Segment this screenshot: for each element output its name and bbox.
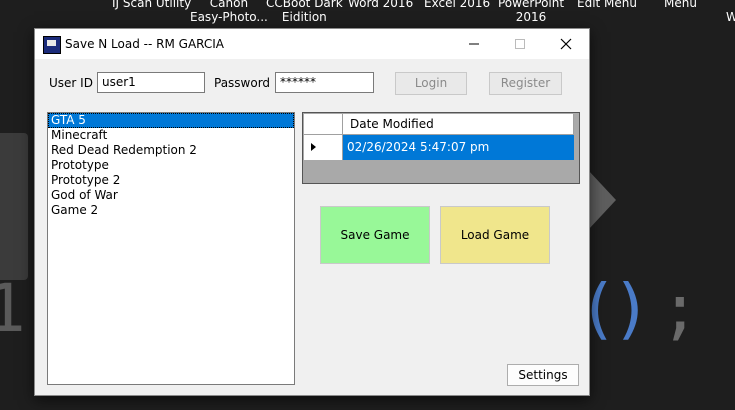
desktop-icon-label[interactable]: CCBoot Dark Eidition (266, 0, 343, 24)
wallpaper-code-semicolon: ; (660, 270, 700, 347)
desktop-icon-label[interactable]: W (726, 10, 735, 24)
app-window: Save N Load -- RM GARCIA User ID user1 P… (34, 28, 590, 396)
save-data-grid[interactable]: Date Modified 02/26/2024 5:47:07 pm (302, 112, 580, 184)
desktop-icon-label[interactable]: Canon Easy-Photo... (190, 0, 268, 24)
user-id-label: User ID (49, 76, 93, 90)
minimize-icon (469, 43, 479, 45)
login-button[interactable]: Login (395, 72, 467, 95)
close-button[interactable] (543, 29, 589, 59)
minimize-button[interactable] (451, 29, 497, 59)
desktop-icon-label[interactable]: Word 2016 (348, 0, 413, 10)
grid-row-header[interactable] (304, 135, 343, 160)
desktop-icon-label[interactable]: Edit Menu (577, 0, 637, 10)
password-field[interactable]: ****** (275, 72, 374, 93)
desktop-icon-label[interactable]: Menu (664, 0, 697, 10)
list-item[interactable]: Minecraft (48, 128, 294, 143)
wallpaper-code-digit: 1 (0, 270, 26, 347)
load-game-button[interactable]: Load Game (440, 206, 550, 264)
list-item[interactable]: GTA 5 (48, 113, 294, 128)
maximize-button[interactable] (497, 29, 543, 59)
list-item[interactable]: Red Dead Redemption 2 (48, 143, 294, 158)
desktop-icon-label[interactable]: Excel 2016 (424, 0, 490, 10)
title-bar[interactable]: Save N Load -- RM GARCIA (35, 29, 589, 59)
game-list[interactable]: GTA 5 Minecraft Red Dead Redemption 2 Pr… (47, 112, 295, 385)
grid-corner (304, 114, 343, 135)
save-game-button[interactable]: Save Game (320, 206, 430, 264)
settings-button[interactable]: Settings (507, 364, 579, 386)
grid-column-header[interactable]: Date Modified (343, 114, 574, 135)
app-icon (43, 36, 61, 54)
list-item[interactable]: Game 2 (48, 203, 294, 218)
close-icon (560, 38, 572, 50)
list-item[interactable]: Prototype (48, 158, 294, 173)
register-button[interactable]: Register (489, 72, 562, 95)
desktop-icon-label[interactable]: PowerPoint 2016 (498, 0, 564, 24)
list-item[interactable]: Prototype 2 (48, 173, 294, 188)
user-id-field[interactable]: user1 (97, 72, 205, 93)
list-item[interactable]: God of War (48, 188, 294, 203)
wallpaper-arrow (588, 170, 616, 230)
window-title: Save N Load -- RM GARCIA (65, 37, 225, 51)
desktop-icon-label[interactable]: IJ Scan Utility (112, 0, 191, 10)
password-label: Password (214, 76, 271, 90)
row-pointer-icon (311, 143, 316, 151)
maximize-icon (515, 39, 525, 49)
grid-cell-date-modified[interactable]: 02/26/2024 5:47:07 pm (343, 135, 574, 160)
wallpaper-shape (0, 133, 28, 280)
